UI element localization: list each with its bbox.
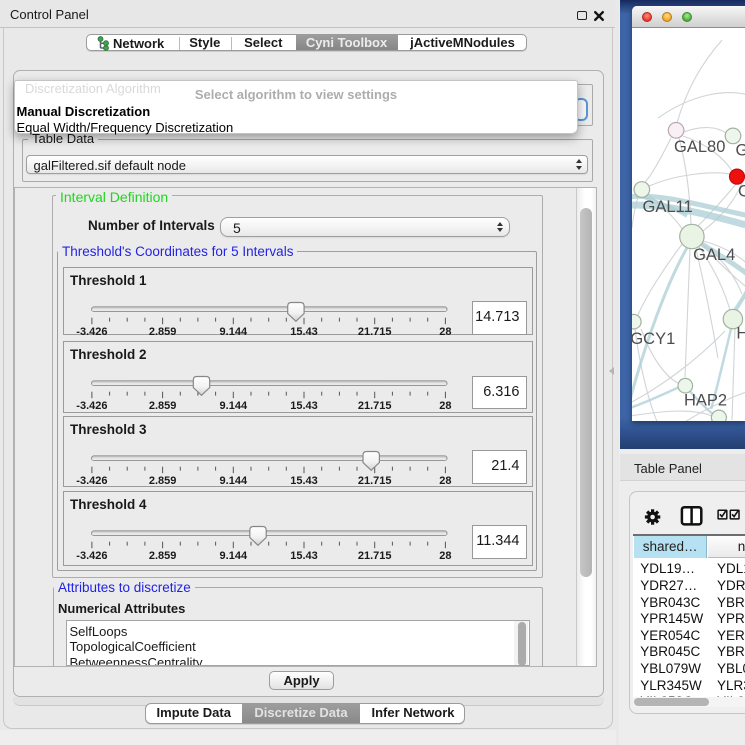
svg-text:CY: CY [738,182,745,200]
svg-text:GA: GA [735,141,745,159]
svg-text:2.859: 2.859 [149,475,177,486]
svg-text:-3.426: -3.426 [76,325,107,336]
svg-text:21.715: 21.715 [358,400,392,411]
svg-text:28: 28 [439,475,451,486]
svg-text:28: 28 [439,400,451,411]
svg-text:21.715: 21.715 [358,549,392,560]
svg-text:21.715: 21.715 [358,475,392,486]
svg-text:-3.426: -3.426 [76,475,107,486]
svg-text:9.144: 9.144 [220,325,248,336]
svg-text:15.43: 15.43 [290,325,318,336]
svg-text:2.859: 2.859 [149,400,177,411]
svg-text:GCY1: GCY1 [632,329,675,347]
svg-text:9.144: 9.144 [220,400,248,411]
svg-text:2.859: 2.859 [149,325,177,336]
svg-text:GAL11: GAL11 [642,198,692,216]
svg-text:H: H [736,324,745,342]
svg-text:21.715: 21.715 [358,325,392,336]
svg-text:-3.426: -3.426 [76,400,107,411]
svg-text:28: 28 [439,549,451,560]
svg-text:-3.426: -3.426 [76,549,107,560]
svg-text:GAL80: GAL80 [674,138,725,156]
svg-text:9.144: 9.144 [220,475,248,486]
svg-text:28: 28 [439,325,451,336]
svg-text:2.859: 2.859 [149,549,177,560]
svg-text:HAP2: HAP2 [684,391,727,409]
svg-text:9.144: 9.144 [220,549,248,560]
svg-text:GAL4: GAL4 [693,246,735,264]
svg-text:15.43: 15.43 [290,400,318,411]
svg-text:15.43: 15.43 [290,475,318,486]
svg-text:15.43: 15.43 [290,549,318,560]
